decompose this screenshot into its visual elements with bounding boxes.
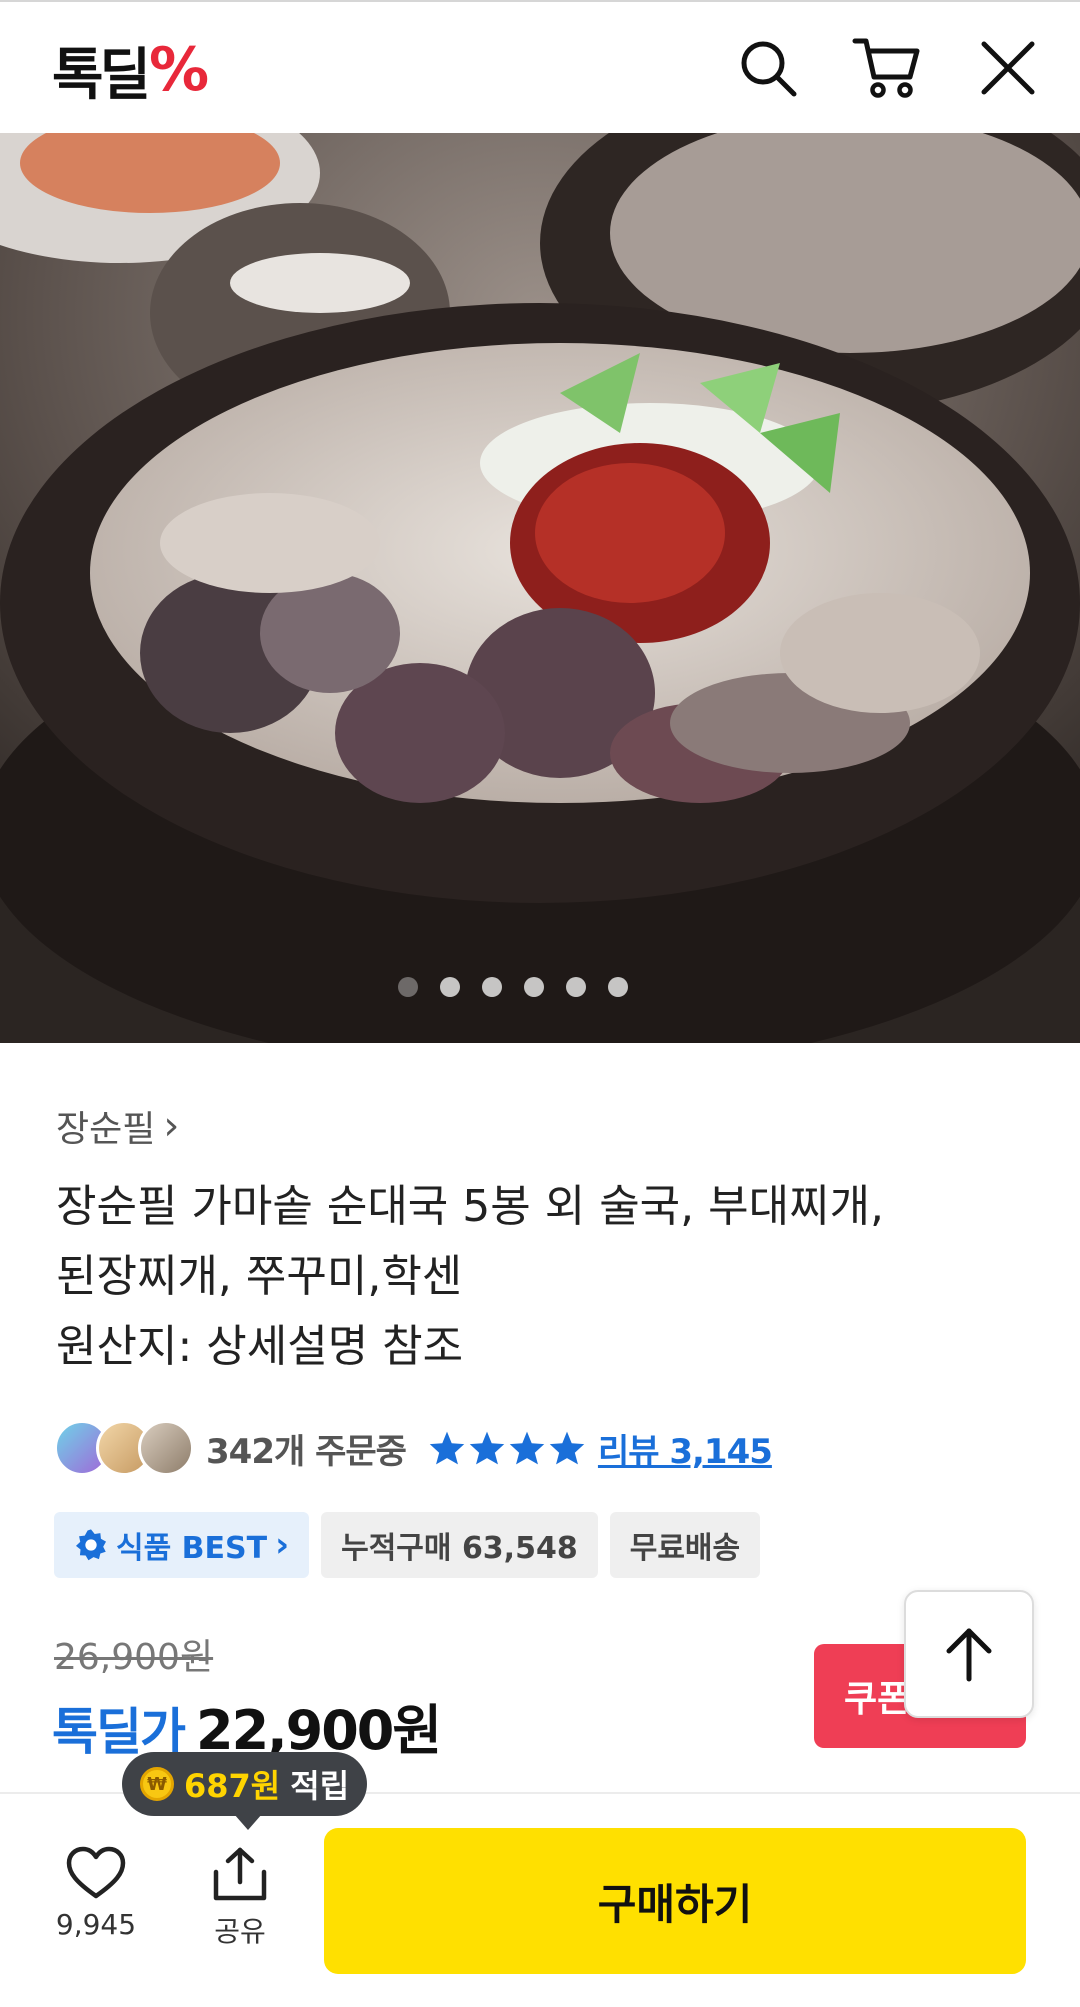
product-image-carousel[interactable] (0, 133, 1080, 1043)
points-label: 적립 (290, 1767, 350, 1805)
logo-text: 톡딜 (52, 42, 151, 108)
free-shipping-label: 무료배송 (629, 1531, 741, 1566)
verified-badge-icon (75, 1529, 107, 1561)
share-button[interactable]: 공유 (190, 1846, 290, 1950)
brand-link[interactable]: 장순필 › (56, 1100, 179, 1152)
carousel-dot[interactable] (566, 977, 586, 997)
carousel-dot[interactable] (440, 977, 460, 997)
carousel-dot[interactable] (608, 977, 628, 997)
original-price: 26,900원 (54, 1637, 214, 1678)
chevron-right-icon: › (275, 1525, 290, 1565)
search-icon[interactable] (732, 32, 804, 104)
cumulative-purchase-badge: 누적구매 63,548 (321, 1512, 598, 1578)
stew-photo (0, 133, 1080, 1043)
star-icon (549, 1431, 585, 1465)
buyer-avatars (54, 1420, 194, 1476)
buy-button[interactable]: 구매하기 (324, 1828, 1026, 1974)
bottom-action-bar: 9,945 공유 구매하기 (0, 1794, 1080, 2007)
star-icon (509, 1431, 545, 1465)
buy-label: 구매하기 (597, 1879, 753, 1929)
cumulative-purchase-label: 누적구매 63,548 (341, 1531, 578, 1566)
product-title: 장순필 가마솥 순대국 5봉 외 술국, 부대찌개, 된장찌개, 쭈꾸미,학센 … (56, 1172, 1016, 1382)
coupon-label: 쿠폰 (844, 1679, 911, 1720)
talkdeal-logo[interactable]: 톡딜 % (52, 32, 209, 108)
brand-name: 장순필 (56, 1109, 156, 1150)
title-line: 장순필 가마솥 순대국 5봉 외 술국, 부대찌개, (56, 1181, 885, 1232)
review-link[interactable]: 리뷰 3,145 (598, 1424, 773, 1473)
star-icon (469, 1431, 505, 1465)
close-icon[interactable] (972, 32, 1044, 104)
chevron-right-icon: › (163, 1103, 180, 1149)
arrow-up-icon (946, 1628, 992, 1682)
carousel-dot[interactable] (398, 977, 418, 997)
cart-icon[interactable] (851, 32, 923, 104)
food-best-badge[interactable]: 식품 BEST › (54, 1512, 310, 1578)
points-amount: 687원 (184, 1767, 281, 1805)
coin-icon: ₩ (140, 1767, 174, 1801)
badge-row: 식품 BEST › 누적구매 63,548 무료배송 (54, 1512, 761, 1578)
like-count: 9,945 (55, 1908, 137, 1941)
star-icon (429, 1431, 465, 1465)
share-icon (213, 1847, 267, 1901)
title-line: 원산지: 상세설명 참조 (56, 1321, 464, 1372)
share-label: 공유 (214, 1915, 266, 1948)
carousel-dot[interactable] (524, 977, 544, 997)
carousel-dot[interactable] (482, 977, 502, 997)
app-header: 톡딜 % (0, 0, 1080, 133)
carousel-indicator (0, 977, 1053, 997)
free-shipping-badge: 무료배송 (609, 1512, 761, 1578)
rating-stars (428, 1430, 586, 1466)
like-button[interactable]: 9,945 (46, 1846, 146, 1941)
heart-icon (66, 1846, 126, 1899)
scroll-to-top-button[interactable] (904, 1590, 1034, 1718)
title-line: 된장찌개, 쭈꾸미,학센 (56, 1251, 463, 1302)
avatar (138, 1420, 194, 1476)
food-best-label: 식품 BEST (116, 1531, 268, 1566)
points-tooltip: ₩ 687원 적립 (122, 1752, 368, 1830)
social-proof-row: 342개 주문중 리뷰 3,145 (54, 1418, 773, 1478)
logo-mark: % (149, 35, 209, 105)
order-count: 342개 주문중 (206, 1431, 407, 1472)
